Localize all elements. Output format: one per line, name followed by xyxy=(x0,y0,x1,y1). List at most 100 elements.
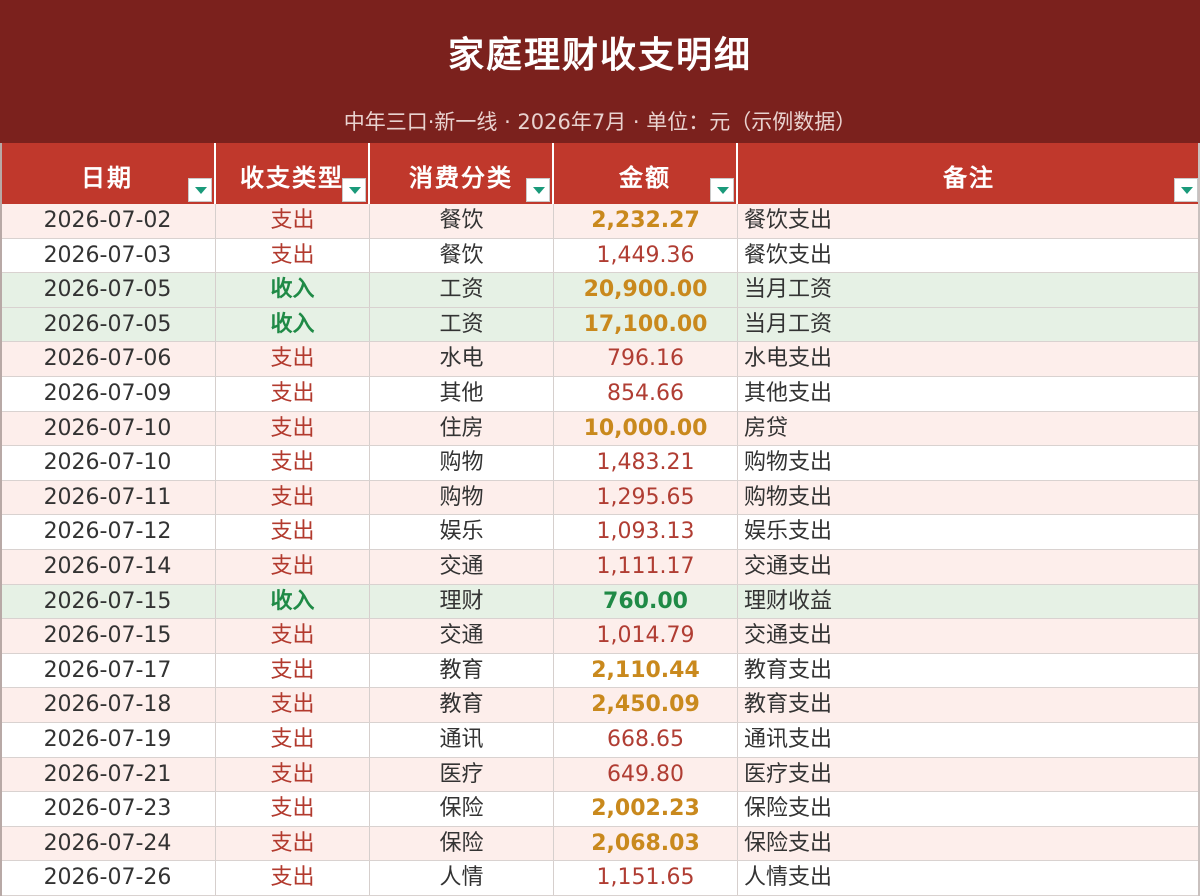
table-row[interactable]: 2026-07-15 收入 理财 760.00 理财收益 xyxy=(0,584,1200,620)
type-cell[interactable]: 支出 xyxy=(216,550,370,584)
table-row[interactable]: 2026-07-23 支出 保险 2,002.23 保险支出 xyxy=(0,792,1200,827)
amount-cell[interactable]: 760.00 xyxy=(554,584,738,619)
date-cell[interactable]: 2026-07-11 xyxy=(0,480,216,515)
date-cell[interactable]: 2026-07-15 xyxy=(0,584,216,619)
category-cell[interactable]: 保险 xyxy=(370,826,554,861)
note-cell[interactable]: 人情支出 xyxy=(738,861,1200,895)
table-row[interactable]: 2026-07-09 支出 其他 854.66 其他支出 xyxy=(0,377,1200,412)
type-cell[interactable]: 支出 xyxy=(216,792,370,826)
date-cell[interactable]: 2026-07-02 xyxy=(0,204,216,238)
note-cell[interactable]: 水电支出 xyxy=(738,342,1200,376)
category-cell[interactable]: 购物 xyxy=(370,480,554,515)
note-cell[interactable]: 当月工资 xyxy=(738,307,1200,342)
date-cell[interactable]: 2026-07-03 xyxy=(0,238,216,273)
type-cell[interactable]: 支出 xyxy=(216,653,370,688)
table-row[interactable]: 2026-07-12 支出 娱乐 1,093.13 娱乐支出 xyxy=(0,515,1200,550)
filter-dropdown-button[interactable] xyxy=(1174,178,1198,202)
column-header-note[interactable]: 备注 xyxy=(738,143,1200,204)
amount-cell[interactable]: 2,068.03 xyxy=(554,826,738,861)
date-cell[interactable]: 2026-07-21 xyxy=(0,757,216,792)
note-cell[interactable]: 交通支出 xyxy=(738,619,1200,653)
category-cell[interactable]: 教育 xyxy=(370,653,554,688)
category-cell[interactable]: 餐饮 xyxy=(370,238,554,273)
amount-cell[interactable]: 1,449.36 xyxy=(554,238,738,273)
date-cell[interactable]: 2026-07-05 xyxy=(0,273,216,307)
note-cell[interactable]: 医疗支出 xyxy=(738,757,1200,792)
note-cell[interactable]: 保险支出 xyxy=(738,792,1200,826)
date-cell[interactable]: 2026-07-19 xyxy=(0,723,216,757)
note-cell[interactable]: 餐饮支出 xyxy=(738,204,1200,238)
table-row[interactable]: 2026-07-03 支出 餐饮 1,449.36 餐饮支出 xyxy=(0,238,1200,274)
type-cell[interactable]: 支出 xyxy=(216,342,370,376)
date-cell[interactable]: 2026-07-09 xyxy=(0,377,216,411)
amount-cell[interactable]: 10,000.00 xyxy=(554,411,738,446)
category-cell[interactable]: 交通 xyxy=(370,619,554,653)
amount-cell[interactable]: 1,093.13 xyxy=(554,515,738,549)
note-cell[interactable]: 购物支出 xyxy=(738,480,1200,515)
date-cell[interactable]: 2026-07-15 xyxy=(0,619,216,653)
column-header-date[interactable]: 日期 xyxy=(0,143,216,204)
note-cell[interactable]: 娱乐支出 xyxy=(738,515,1200,549)
category-cell[interactable]: 餐饮 xyxy=(370,204,554,238)
type-cell[interactable]: 支出 xyxy=(216,480,370,515)
amount-cell[interactable]: 1,151.65 xyxy=(554,861,738,895)
type-cell[interactable]: 支出 xyxy=(216,757,370,792)
type-cell[interactable]: 支出 xyxy=(216,688,370,722)
date-cell[interactable]: 2026-07-23 xyxy=(0,792,216,826)
table-row[interactable]: 2026-07-14 支出 交通 1,111.17 交通支出 xyxy=(0,550,1200,585)
note-cell[interactable]: 教育支出 xyxy=(738,653,1200,688)
amount-cell[interactable]: 2,450.09 xyxy=(554,688,738,722)
category-cell[interactable]: 人情 xyxy=(370,861,554,895)
amount-cell[interactable]: 2,002.23 xyxy=(554,792,738,826)
type-cell[interactable]: 支出 xyxy=(216,723,370,757)
note-cell[interactable]: 保险支出 xyxy=(738,826,1200,861)
type-cell[interactable]: 支出 xyxy=(216,619,370,653)
table-row[interactable]: 2026-07-19 支出 通讯 668.65 通讯支出 xyxy=(0,723,1200,758)
type-cell[interactable]: 支出 xyxy=(216,515,370,549)
category-cell[interactable]: 娱乐 xyxy=(370,515,554,549)
filter-dropdown-button[interactable] xyxy=(526,178,550,202)
amount-cell[interactable]: 649.80 xyxy=(554,757,738,792)
filter-dropdown-button[interactable] xyxy=(342,178,366,202)
amount-cell[interactable]: 2,232.27 xyxy=(554,204,738,238)
date-cell[interactable]: 2026-07-10 xyxy=(0,446,216,480)
table-row[interactable]: 2026-07-10 支出 住房 10,000.00 房贷 xyxy=(0,411,1200,447)
date-cell[interactable]: 2026-07-10 xyxy=(0,411,216,446)
amount-cell[interactable]: 17,100.00 xyxy=(554,307,738,342)
type-cell[interactable]: 支出 xyxy=(216,446,370,480)
amount-cell[interactable]: 668.65 xyxy=(554,723,738,757)
category-cell[interactable]: 保险 xyxy=(370,792,554,826)
table-row[interactable]: 2026-07-10 支出 购物 1,483.21 购物支出 xyxy=(0,446,1200,481)
table-row[interactable]: 2026-07-06 支出 水电 796.16 水电支出 xyxy=(0,342,1200,377)
table-row[interactable]: 2026-07-17 支出 教育 2,110.44 教育支出 xyxy=(0,653,1200,689)
type-cell[interactable]: 支出 xyxy=(216,377,370,411)
amount-cell[interactable]: 854.66 xyxy=(554,377,738,411)
date-cell[interactable]: 2026-07-26 xyxy=(0,861,216,895)
note-cell[interactable]: 理财收益 xyxy=(738,584,1200,619)
table-row[interactable]: 2026-07-15 支出 交通 1,014.79 交通支出 xyxy=(0,619,1200,654)
note-cell[interactable]: 交通支出 xyxy=(738,550,1200,584)
note-cell[interactable]: 餐饮支出 xyxy=(738,238,1200,273)
filter-dropdown-button[interactable] xyxy=(710,178,734,202)
note-cell[interactable]: 其他支出 xyxy=(738,377,1200,411)
type-cell[interactable]: 收入 xyxy=(216,584,370,619)
note-cell[interactable]: 房贷 xyxy=(738,411,1200,446)
category-cell[interactable]: 购物 xyxy=(370,446,554,480)
amount-cell[interactable]: 1,111.17 xyxy=(554,550,738,584)
date-cell[interactable]: 2026-07-14 xyxy=(0,550,216,584)
amount-cell[interactable]: 2,110.44 xyxy=(554,653,738,688)
type-cell[interactable]: 收入 xyxy=(216,307,370,342)
amount-cell[interactable]: 796.16 xyxy=(554,342,738,376)
date-cell[interactable]: 2026-07-06 xyxy=(0,342,216,376)
column-header-type[interactable]: 收支类型 xyxy=(216,143,370,204)
category-cell[interactable]: 水电 xyxy=(370,342,554,376)
table-row[interactable]: 2026-07-26 支出 人情 1,151.65 人情支出 xyxy=(0,861,1200,896)
category-cell[interactable]: 交通 xyxy=(370,550,554,584)
category-cell[interactable]: 医疗 xyxy=(370,757,554,792)
table-row[interactable]: 2026-07-05 收入 工资 17,100.00 当月工资 xyxy=(0,307,1200,343)
category-cell[interactable]: 教育 xyxy=(370,688,554,722)
note-cell[interactable]: 教育支出 xyxy=(738,688,1200,722)
column-header-amount[interactable]: 金额 xyxy=(554,143,738,204)
category-cell[interactable]: 其他 xyxy=(370,377,554,411)
note-cell[interactable]: 购物支出 xyxy=(738,446,1200,480)
